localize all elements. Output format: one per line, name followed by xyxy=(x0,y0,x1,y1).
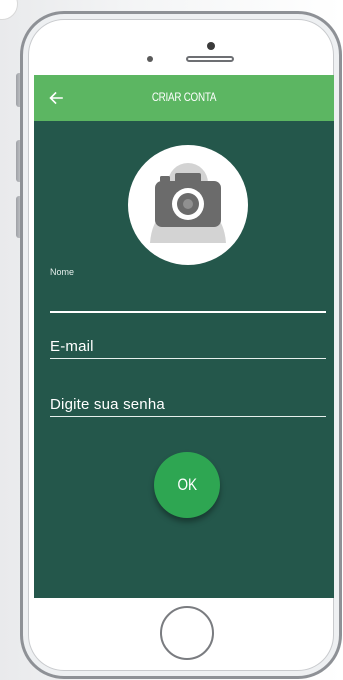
password-field-placeholder: Digite sua senha xyxy=(50,396,165,413)
profile-photo-picker[interactable] xyxy=(128,145,248,265)
back-button[interactable] xyxy=(42,84,70,112)
email-field-placeholder: E-mail xyxy=(50,338,94,355)
name-field-underline xyxy=(50,311,326,313)
sensor-dot xyxy=(207,42,215,50)
arrow-left-icon xyxy=(49,91,63,105)
ok-button-label: OK xyxy=(177,475,197,494)
email-field-underline xyxy=(50,358,326,359)
name-field[interactable]: Nome xyxy=(50,267,326,313)
name-field-label: Nome xyxy=(50,267,75,277)
password-field-underline xyxy=(50,416,326,417)
mockup-stage: CRIAR CONTA Nome E-mail Digite sua senha… xyxy=(0,0,343,680)
earpiece-speaker xyxy=(186,56,234,62)
password-field[interactable]: Digite sua senha xyxy=(50,391,326,417)
app-bar: CRIAR CONTA xyxy=(34,75,334,121)
home-button xyxy=(160,606,214,660)
front-camera xyxy=(147,56,153,62)
email-field[interactable]: E-mail xyxy=(50,333,326,359)
page-title: CRIAR CONTA xyxy=(151,90,217,104)
ok-button[interactable]: OK xyxy=(154,452,220,518)
app-screen: CRIAR CONTA Nome E-mail Digite sua senha… xyxy=(34,75,334,598)
camera-icon xyxy=(150,163,226,243)
